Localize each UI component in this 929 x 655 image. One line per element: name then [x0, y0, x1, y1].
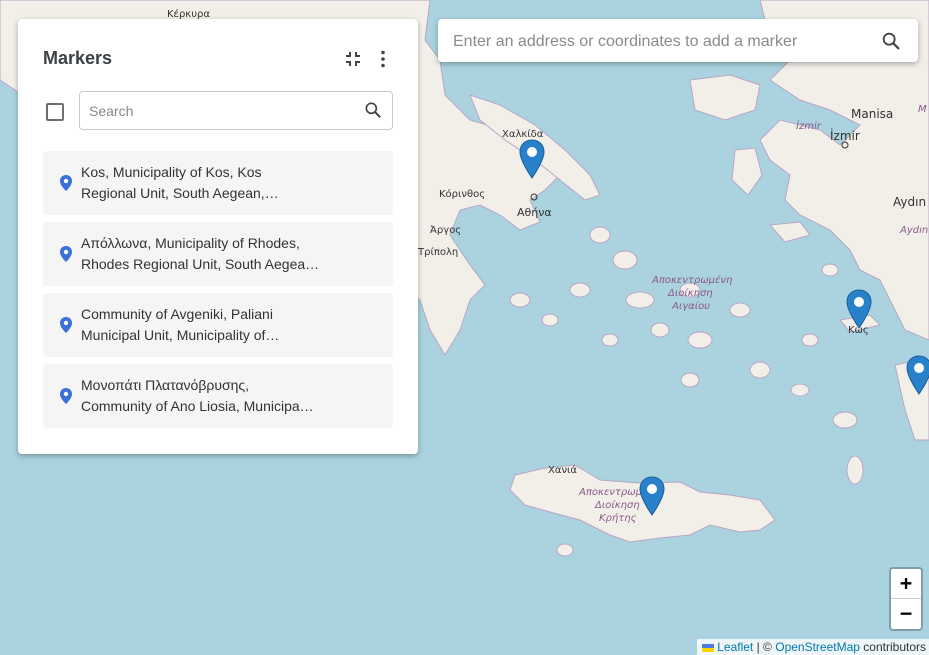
map-marker-kos[interactable]: [846, 289, 872, 329]
svg-text:Διοίκηση: Διοίκηση: [667, 287, 713, 299]
label-aydin: Aydın: [893, 195, 926, 209]
svg-text:Αιγαίου: Αιγαίου: [671, 300, 710, 312]
list-item-text: Community of Avgeniki, Paliani Municipal…: [81, 306, 280, 343]
map-attribution: Leaflet | © OpenStreetMap contributors: [697, 639, 929, 655]
zoom-control: + −: [889, 567, 923, 631]
location-pin-icon: [60, 317, 72, 333]
list-item[interactable]: Απόλλωνα, Municipality of Rhodes, Rhodes…: [43, 222, 393, 286]
label-aydin-admin: Aydın: [899, 225, 928, 236]
map-marker-crete[interactable]: [639, 476, 665, 516]
label-athina: Αθήνα: [517, 206, 552, 219]
search-icon[interactable]: [363, 100, 383, 120]
location-pin-icon: [60, 175, 72, 191]
select-all-checkbox[interactable]: [46, 103, 64, 121]
map-marker-athens[interactable]: [519, 139, 545, 179]
label-izmir: İzmir: [830, 128, 860, 143]
list-item-text: Μονοπάτι Πλατανόβρυσης, Community of Ano…: [81, 377, 314, 414]
panel-search: [79, 91, 393, 130]
location-pin-icon: [60, 388, 72, 404]
list-item-text: Kos, Municipality of Kos, Kos Regional U…: [81, 164, 279, 201]
label-tripoli: Τρίπολη: [417, 246, 458, 258]
osm-link[interactable]: OpenStreetMap: [775, 640, 860, 654]
zoom-in-button[interactable]: +: [891, 569, 921, 599]
panel-title: Markers: [43, 48, 113, 68]
attribution-suffix: contributors: [863, 640, 926, 654]
label-edge-m: M: [918, 104, 927, 115]
list-item-text: Απόλλωνα, Municipality of Rhodes, Rhodes…: [81, 235, 320, 272]
gavdos-island: [556, 543, 574, 557]
ukraine-flag-icon: [702, 643, 715, 652]
markers-panel: Markers Kos, Municipality of Kos, Kos Re…: [18, 19, 418, 454]
leaflet-link[interactable]: Leaflet: [717, 640, 753, 654]
list-item[interactable]: Community of Avgeniki, Paliani Municipal…: [43, 293, 393, 357]
zoom-out-button[interactable]: −: [891, 599, 921, 628]
svg-text:Αποκεντρωμένη: Αποκεντρωμένη: [651, 274, 732, 286]
svg-text:Διοίκηση: Διοίκηση: [594, 499, 640, 511]
search-icon[interactable]: [880, 30, 902, 52]
list-item[interactable]: Μονοπάτι Πλατανόβρυσης, Community of Ano…: [43, 364, 393, 428]
label-izmir-admin: İzmir: [796, 119, 822, 132]
label-argos: Άργος: [430, 224, 461, 236]
svg-text:Κρήτης: Κρήτης: [599, 512, 637, 524]
address-input[interactable]: [451, 31, 875, 53]
attribution-separator: | ©: [756, 640, 772, 654]
location-pin-icon: [60, 246, 72, 262]
label-chania: Χανιά: [548, 464, 577, 476]
label-manisa: Manisa: [851, 107, 893, 121]
label-korinthos: Κόρινθος: [439, 188, 485, 200]
more-vert-icon[interactable]: [371, 47, 395, 71]
list-item[interactable]: Kos, Municipality of Kos, Kos Regional U…: [43, 151, 393, 215]
map-marker-rhodes[interactable]: [906, 355, 929, 395]
address-bar: [438, 19, 918, 62]
panel-search-input[interactable]: [87, 100, 351, 122]
collapse-icon[interactable]: [341, 47, 365, 71]
